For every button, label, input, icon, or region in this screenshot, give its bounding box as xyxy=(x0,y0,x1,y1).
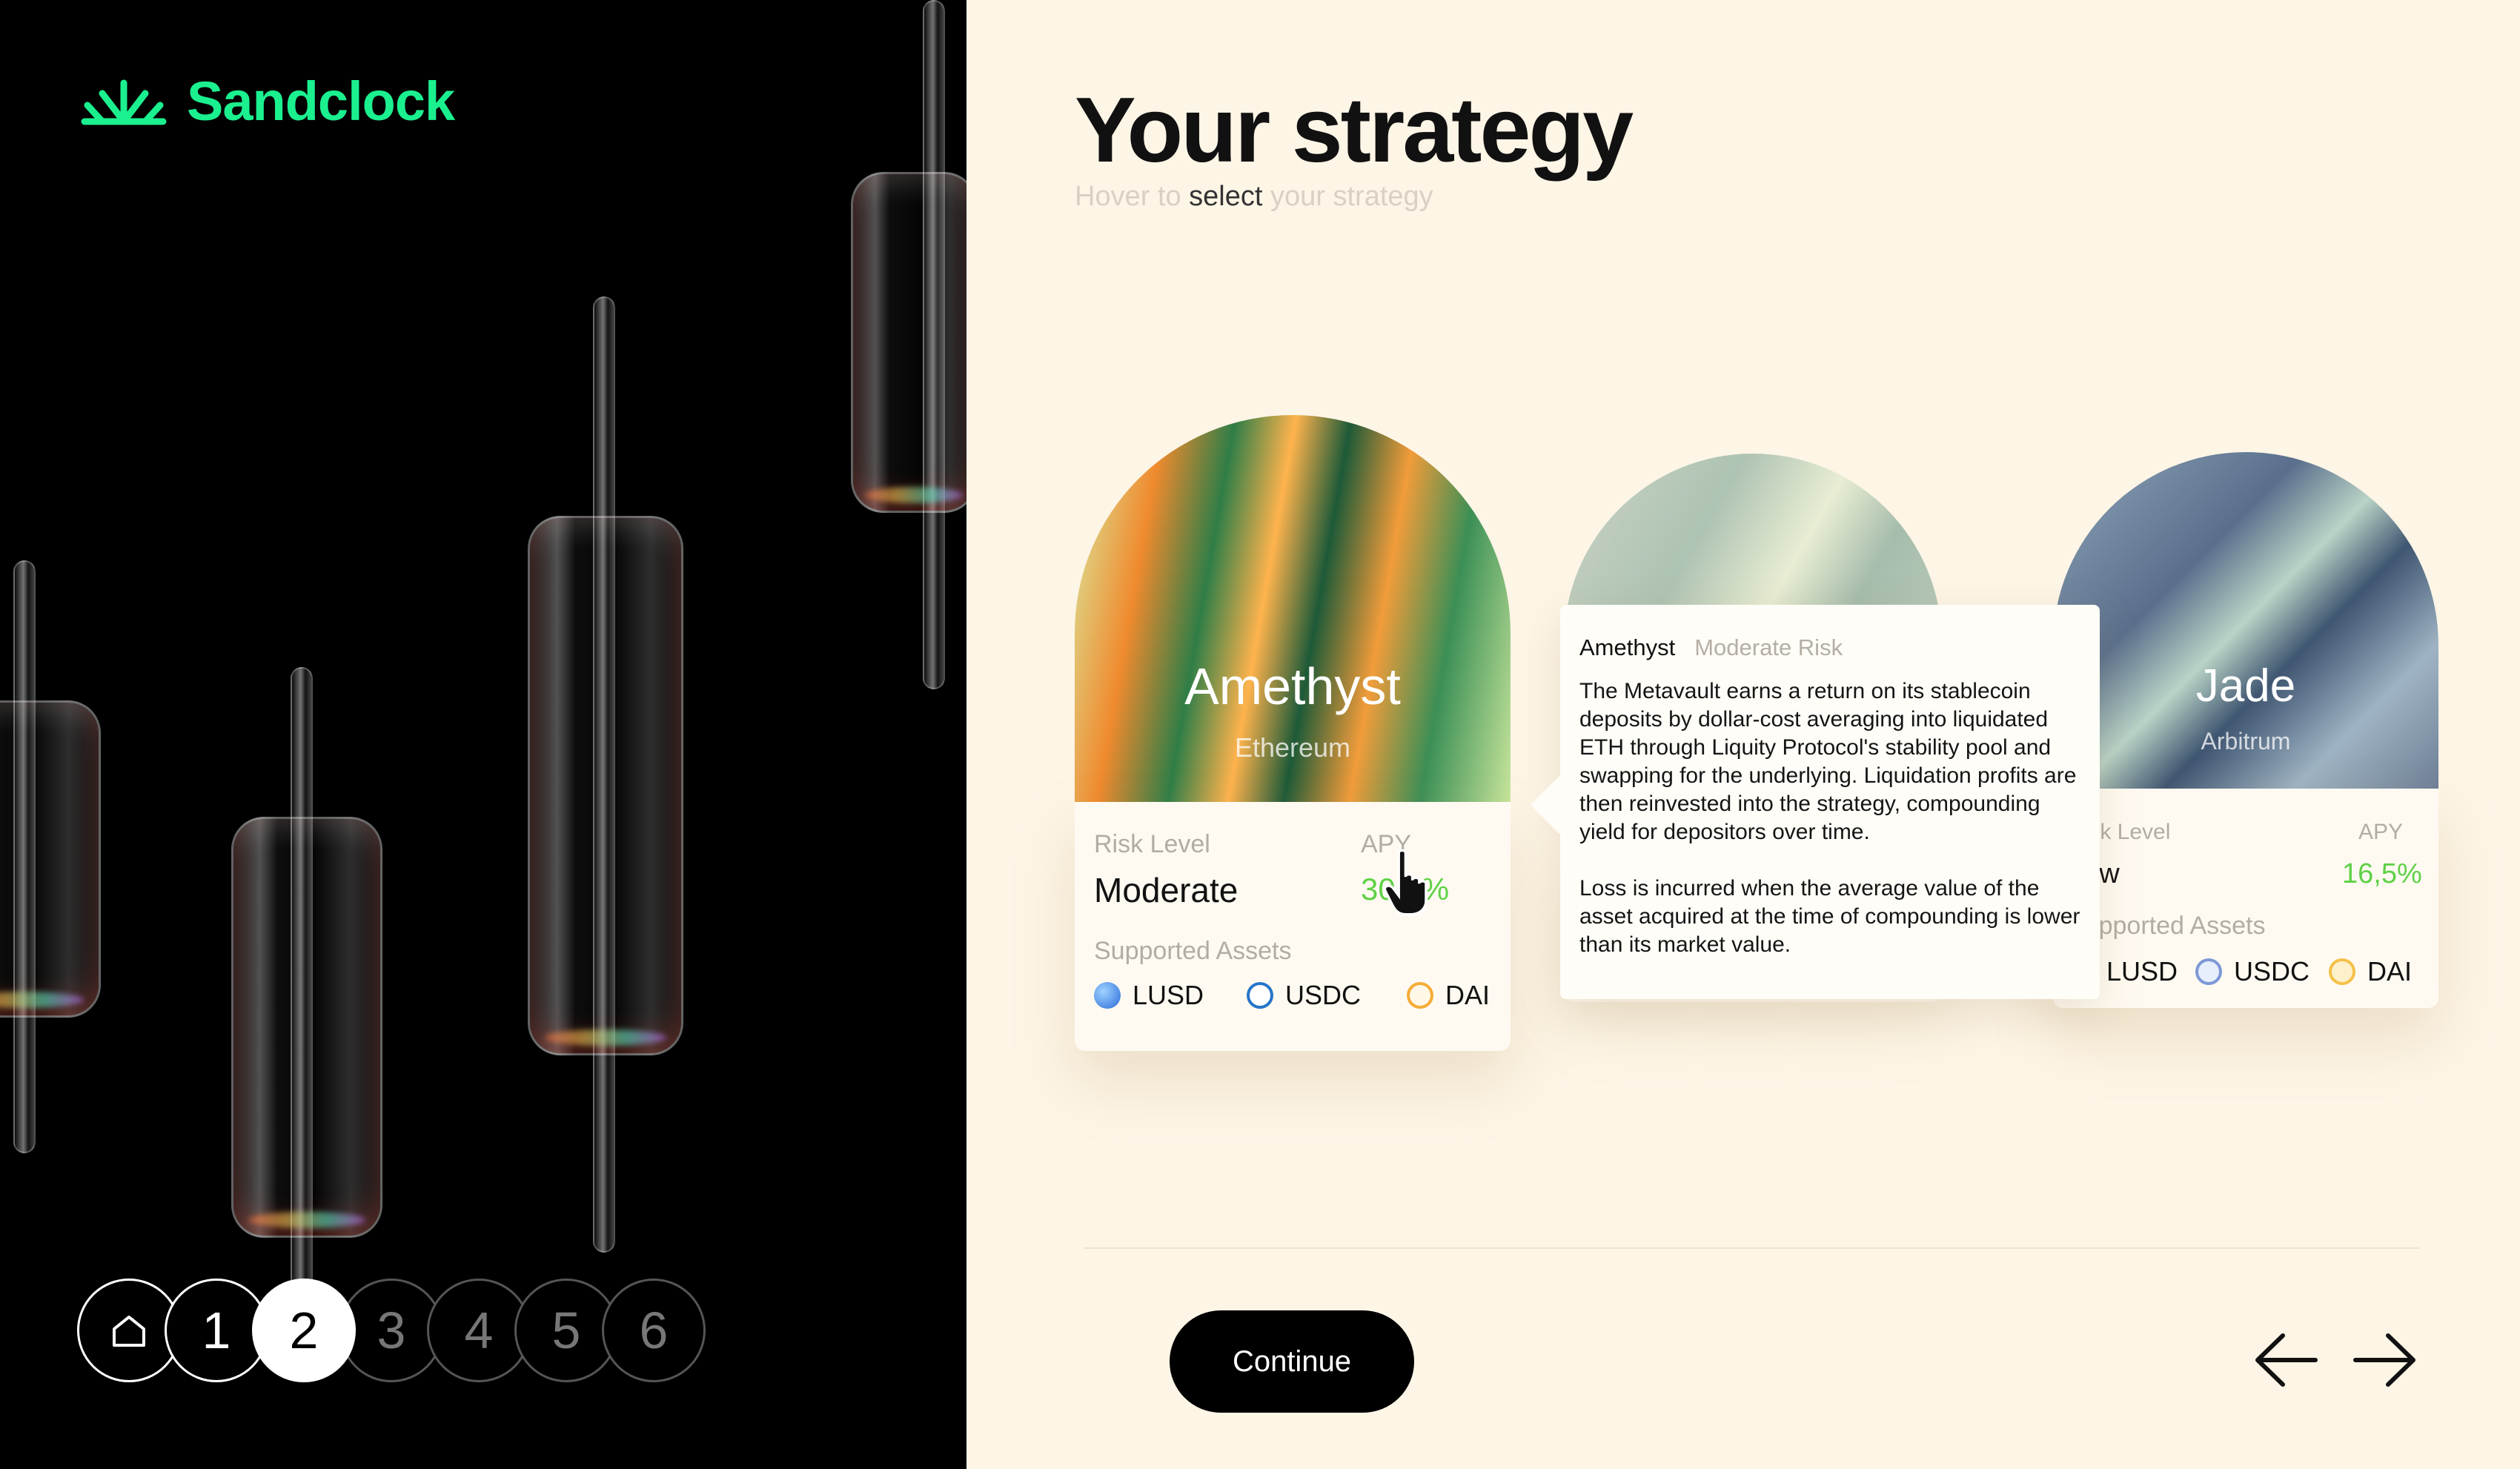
hero-panel: Sandclock 1 2 3 4 5 6 xyxy=(0,0,966,1469)
step-6-button[interactable]: 6 xyxy=(602,1279,706,1382)
step-navigation: 1 2 3 4 5 6 xyxy=(77,1279,706,1382)
tooltip-risk-level: Moderate Risk xyxy=(1694,634,1843,660)
arrow-right-icon[interactable] xyxy=(2351,1327,2418,1393)
glass-candle xyxy=(0,0,966,1469)
continue-button[interactable]: Continue xyxy=(1170,1310,1414,1413)
page-title: Your strategy xyxy=(1075,79,1634,182)
home-icon xyxy=(113,1316,145,1347)
asset-usdc: USDC xyxy=(1247,980,1361,1011)
dai-icon xyxy=(2329,958,2355,985)
card-artwork: Amethyst Ethereum xyxy=(1075,415,1511,802)
asset-lusd: LUSD xyxy=(1094,980,1204,1011)
card-artwork: Jade Arbitrum xyxy=(2053,452,2438,789)
apy-value: 16,5% xyxy=(2342,858,2422,889)
risk-label: Risk Level xyxy=(1094,830,1210,858)
strategy-card-jade[interactable]: Jade Arbitrum Risk Level APY Low 16,5% S… xyxy=(2053,452,2438,1008)
asset-dai: DAI xyxy=(1407,980,1490,1011)
page-subtitle: Hover to select your strategy xyxy=(1075,181,1433,212)
arrow-left-icon[interactable] xyxy=(2253,1327,2320,1393)
step-2-button[interactable]: 2 xyxy=(252,1279,356,1382)
asset-usdc: USDC xyxy=(2195,956,2310,987)
usdc-icon xyxy=(1247,982,1273,1009)
apy-label: APY xyxy=(2358,820,2404,844)
footer-divider xyxy=(1084,1247,2419,1249)
hand-pointer-cursor-icon xyxy=(1383,849,1428,916)
asset-dai: DAI xyxy=(2329,956,2412,987)
strategy-tooltip: Amethyst Moderate Risk The Metavault ear… xyxy=(1531,605,2100,999)
usdc-icon xyxy=(2195,958,2222,985)
tooltip-strategy-name: Amethyst xyxy=(1579,634,1676,660)
card-name: Amethyst xyxy=(1184,657,1401,715)
tooltip-description: The Metavault earns a return on its stab… xyxy=(1579,679,2080,957)
assets-label: Supported Assets xyxy=(1094,937,1292,965)
dai-icon xyxy=(1407,982,1433,1009)
card-network: Ethereum xyxy=(1234,732,1351,763)
lusd-icon xyxy=(1094,982,1121,1009)
risk-value: Moderate xyxy=(1094,871,1239,909)
card-network: Arbitrum xyxy=(2201,728,2291,755)
card-name: Jade xyxy=(2195,660,2296,712)
strategy-card-amethyst[interactable]: Amethyst Ethereum Risk Level APY Moderat… xyxy=(1075,415,1511,1051)
